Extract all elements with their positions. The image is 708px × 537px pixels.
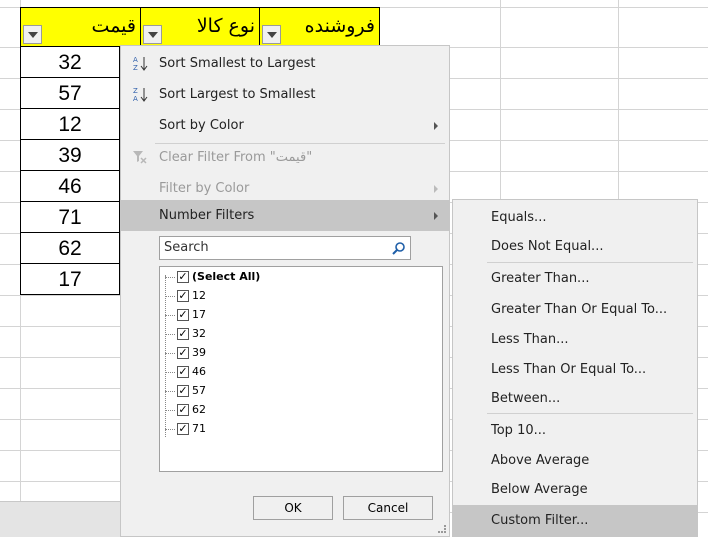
checkbox-checked-icon[interactable]: ✓ — [177, 404, 189, 416]
submenu-item-label: Less Than Or Equal To... — [491, 362, 647, 377]
resize-grip-icon[interactable] — [438, 525, 446, 533]
sort-ascending-az-icon: A Z — [133, 56, 148, 72]
number-filters-submenu: Equals... Does Not Equal... Greater Than… — [452, 199, 698, 537]
number-filters-label: Number Filters — [159, 208, 255, 223]
submenu-item-label: Greater Than... — [491, 271, 590, 286]
search-placeholder: Search — [164, 240, 209, 255]
svg-text:Z: Z — [133, 64, 138, 72]
price-cell[interactable]: 17 — [20, 264, 120, 295]
submenu-item-does-not-equal[interactable]: Does Not Equal... — [453, 231, 697, 262]
submenu-item-above-average[interactable]: Above Average — [453, 445, 697, 476]
sort-ascending-label: Sort Smallest to Largest — [159, 56, 316, 71]
submenu-item-label: Between... — [491, 391, 561, 406]
clear-filter-item[interactable]: Clear Filter From "قيمت" — [121, 142, 449, 173]
price-cell[interactable]: 39 — [20, 140, 120, 171]
submenu-arrow-icon — [434, 185, 438, 193]
filter-dropdown-icon[interactable] — [23, 25, 42, 44]
submenu-item-between[interactable]: Between... — [453, 383, 697, 414]
checklist-item-label: 17 — [192, 308, 206, 321]
svg-text:Z: Z — [133, 87, 138, 95]
submenu-item-greater-than-or-equal[interactable]: Greater Than Or Equal To... — [453, 294, 697, 325]
submenu-arrow-icon — [434, 122, 438, 130]
price-cell[interactable]: 71 — [20, 202, 120, 233]
checklist-item-label: 32 — [192, 327, 206, 340]
header-cell-price[interactable]: قيمت — [20, 7, 141, 47]
sort-by-color-item[interactable]: Sort by Color — [121, 110, 449, 141]
clear-filter-label: Clear Filter From "قيمت" — [159, 150, 313, 165]
submenu-item-label: Does Not Equal... — [491, 239, 604, 254]
checkbox-checked-icon[interactable]: ✓ — [177, 347, 189, 359]
submenu-item-label: Equals... — [491, 210, 547, 225]
filter-dropdown-icon[interactable] — [143, 25, 162, 44]
filter-dropdown-icon[interactable] — [262, 25, 281, 44]
sort-descending-za-icon: Z A — [133, 87, 148, 103]
svg-text:A: A — [133, 56, 138, 64]
submenu-item-label: Greater Than Or Equal To... — [491, 302, 668, 317]
header-product-type-label: نوع كالا — [196, 15, 255, 37]
submenu-item-greater-than[interactable]: Greater Than... — [453, 263, 697, 294]
sort-descending-label: Sort Largest to Smallest — [159, 87, 316, 102]
submenu-item-label: Above Average — [491, 453, 590, 468]
submenu-item-below-average[interactable]: Below Average — [453, 474, 697, 505]
checklist-item-label: (Select All) — [192, 270, 261, 283]
submenu-item-label: Top 10... — [491, 423, 547, 438]
price-cell[interactable]: 46 — [20, 171, 120, 202]
checkbox-checked-icon[interactable]: ✓ — [177, 309, 189, 321]
cancel-button[interactable]: Cancel — [343, 496, 433, 520]
checklist-item-label: 57 — [192, 384, 206, 397]
search-input[interactable]: Search — [159, 236, 411, 260]
submenu-item-less-than[interactable]: Less Than... — [453, 324, 697, 355]
price-cell[interactable]: 62 — [20, 233, 120, 264]
header-cell-seller[interactable]: فروشنده — [259, 7, 380, 47]
submenu-item-custom-filter[interactable]: Custom Filter... — [453, 505, 697, 536]
header-seller-label: فروشنده — [304, 15, 375, 37]
checklist-item-label: 62 — [192, 403, 206, 416]
submenu-item-label: Custom Filter... — [491, 513, 589, 528]
autofilter-menu: A Z Sort Smallest to Largest Z A Sort La… — [120, 45, 450, 537]
menu-separator — [487, 413, 693, 414]
submenu-item-equals[interactable]: Equals... — [453, 202, 697, 233]
number-filters-item[interactable]: Number Filters — [121, 200, 449, 231]
svg-text:A: A — [133, 95, 138, 103]
magnifier-icon — [392, 242, 405, 255]
ok-button[interactable]: OK — [253, 496, 333, 520]
header-price-label: قيمت — [91, 15, 136, 37]
header-cell-product-type[interactable]: نوع كالا — [140, 7, 260, 47]
checkbox-checked-icon[interactable]: ✓ — [177, 366, 189, 378]
checkbox-checked-icon[interactable]: ✓ — [177, 290, 189, 302]
clear-filter-funnel-icon — [133, 151, 147, 164]
sort-descending-item[interactable]: Z A Sort Largest to Smallest — [121, 79, 449, 110]
checklist-item-label: 39 — [192, 346, 206, 359]
checkbox-checked-icon[interactable]: ✓ — [177, 423, 189, 435]
sort-by-color-label: Sort by Color — [159, 118, 244, 133]
submenu-item-top-10[interactable]: Top 10... — [453, 415, 697, 446]
checkbox-checked-icon[interactable]: ✓ — [177, 328, 189, 340]
submenu-item-label: Below Average — [491, 482, 588, 497]
submenu-item-label: Less Than... — [491, 332, 569, 347]
checklist-item-label: 71 — [192, 422, 206, 435]
values-checklist[interactable]: ✓ (Select All) ✓ 12 ✓ 17 ✓ 32 ✓ 39 ✓ 46 — [159, 266, 443, 472]
checklist-item-label: 12 — [192, 289, 206, 302]
price-cell[interactable]: 12 — [20, 109, 120, 140]
price-cell[interactable]: 57 — [20, 78, 120, 109]
checkbox-checked-icon[interactable]: ✓ — [177, 271, 189, 283]
sort-ascending-item[interactable]: A Z Sort Smallest to Largest — [121, 48, 449, 79]
submenu-arrow-icon — [434, 212, 438, 220]
checklist-item-label: 46 — [192, 365, 206, 378]
sheet-status-strip — [0, 501, 120, 537]
price-cell[interactable]: 32 — [20, 47, 120, 78]
submenu-item-less-than-or-equal[interactable]: Less Than Or Equal To... — [453, 354, 697, 385]
checkbox-checked-icon[interactable]: ✓ — [177, 385, 189, 397]
tree-connector — [165, 275, 166, 437]
